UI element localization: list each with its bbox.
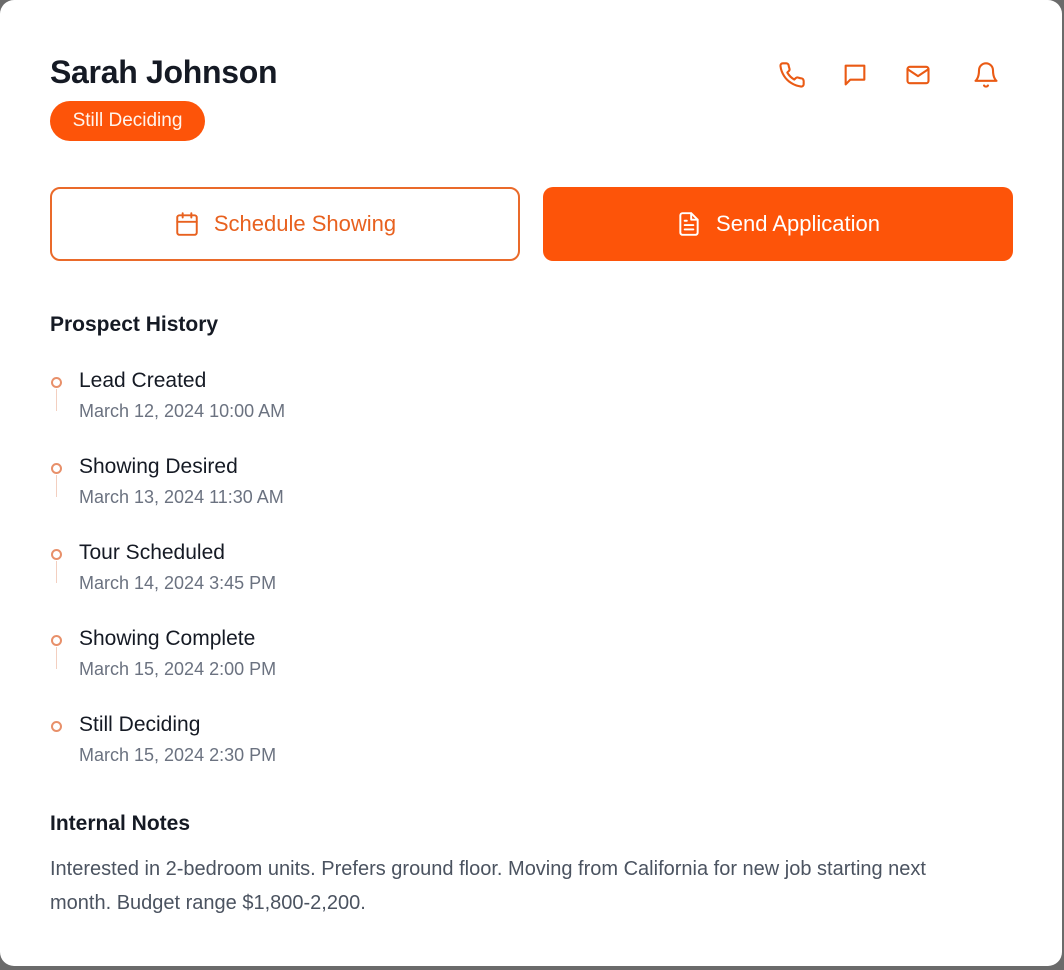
timeline-dot-icon [51,721,62,732]
timeline-dot-icon [51,377,62,388]
history-item-date: March 15, 2024 2:30 PM [79,745,277,765]
history-item: Lead Created March 12, 2024 10:00 AM [50,368,650,454]
timeline-connector [56,561,57,583]
message-button[interactable] [837,57,873,93]
internal-notes-title: Internal Notes [50,812,191,835]
timeline-connector [56,389,57,411]
call-button[interactable] [774,57,810,93]
history-item-title: Showing Complete [79,627,256,650]
timeline-connector [56,475,57,497]
document-icon [679,212,699,236]
history-item-title: Still Deciding [79,713,201,736]
history-item: Tour Scheduled March 14, 2024 3:45 PM [50,540,650,626]
history-item: Showing Complete March 15, 2024 2:00 PM [50,626,650,712]
send-application-label: Send Application [716,211,880,236]
internal-notes-text: Interested in 2-bedroom units. Prefers g… [50,858,926,914]
timeline-dot-icon [51,635,62,646]
history-item-title: Tour Scheduled [79,541,225,564]
timeline-dot-icon [51,549,62,560]
prospect-history-title: Prospect History [50,313,219,336]
bell-icon [974,62,998,88]
history-item-date: March 13, 2024 11:30 AM [79,487,284,507]
timeline-connector [56,647,57,669]
history-item-title: Showing Desired [79,455,238,478]
history-item-date: March 15, 2024 2:00 PM [79,659,277,679]
message-icon [844,64,866,86]
schedule-showing-button[interactable]: Schedule Showing [50,187,520,261]
phone-icon [779,62,805,88]
prospect-name: Sarah Johnson [50,54,278,90]
history-item: Showing Desired March 13, 2024 11:30 AM [50,454,650,540]
history-item-title: Lead Created [79,369,207,392]
schedule-showing-label: Schedule Showing [213,211,397,236]
notification-button[interactable] [968,57,1004,93]
history-item-date: March 12, 2024 10:00 AM [79,401,286,421]
timeline-dot-icon [51,463,62,474]
history-item: Still Deciding March 15, 2024 2:30 PM [50,712,650,798]
email-button[interactable] [900,57,936,93]
calendar-icon [176,212,198,236]
send-application-button[interactable]: Send Application [543,187,1013,261]
status-badge: Still Deciding [50,101,205,141]
history-item-date: March 14, 2024 3:45 PM [79,573,277,593]
mail-icon [906,65,930,85]
prospect-card: Sarah Johnson Still Deciding Schedule Sh… [0,0,1062,966]
